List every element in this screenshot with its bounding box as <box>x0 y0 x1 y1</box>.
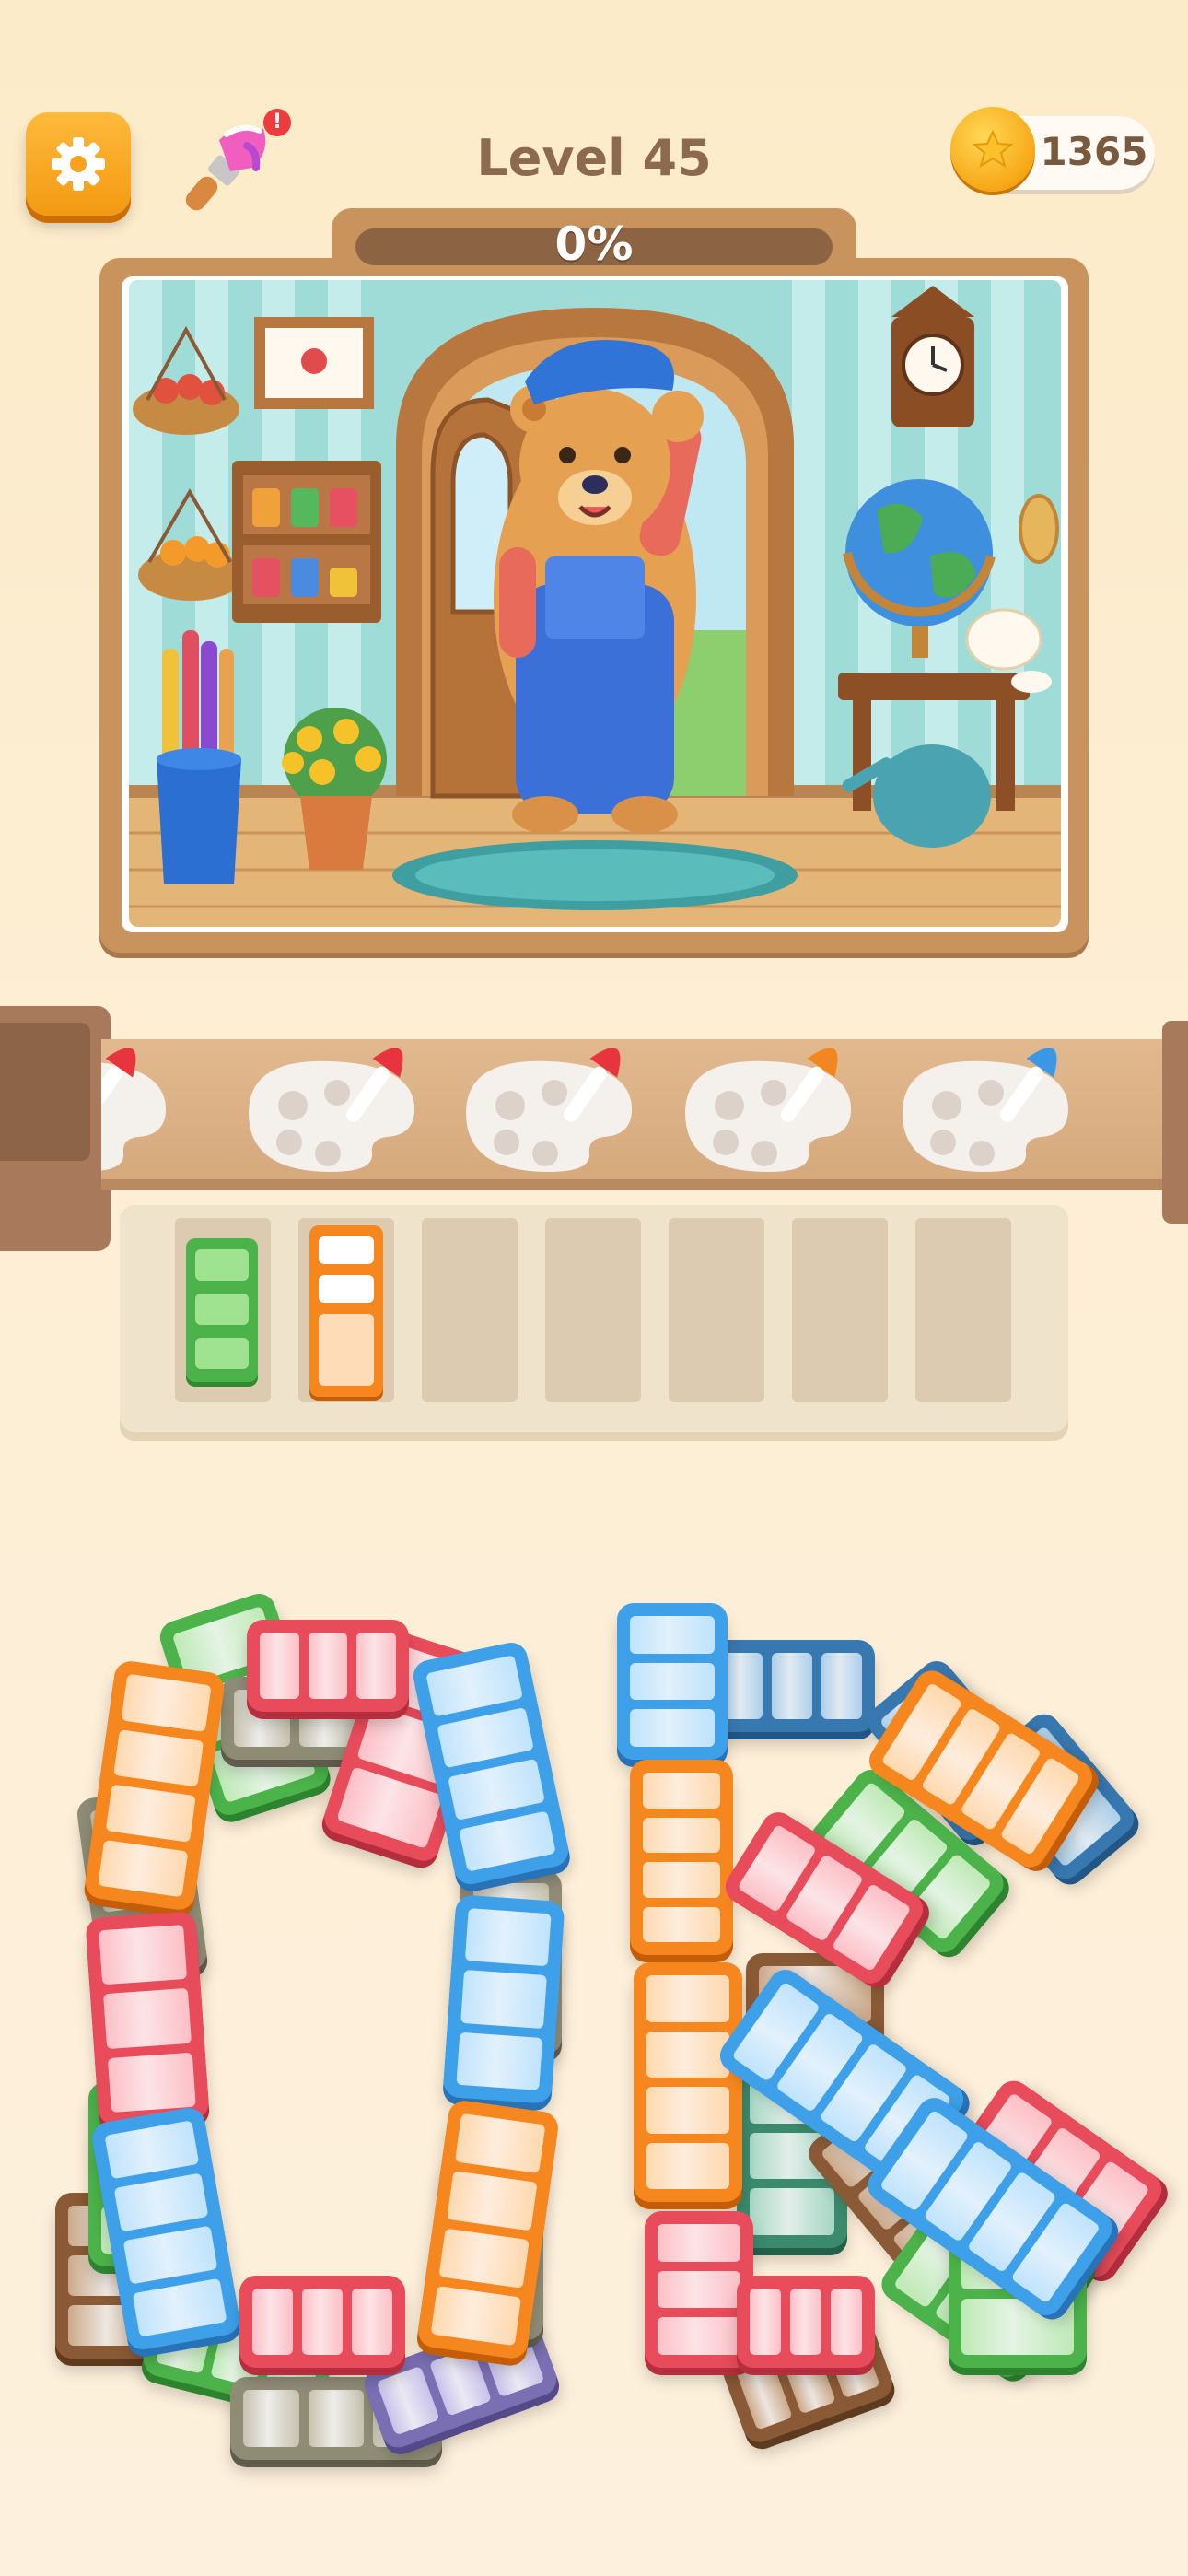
paint-tube <box>630 1709 715 1747</box>
paint-tube <box>121 1673 212 1732</box>
paint-tube <box>447 2171 538 2231</box>
slot-paint-green <box>186 1238 258 1382</box>
paint-tube <box>438 2228 530 2289</box>
paint-brush-button[interactable]: ! <box>175 103 295 223</box>
paint-tube <box>658 2317 740 2355</box>
paint-tube <box>132 2277 227 2337</box>
red-paint-block[interactable] <box>239 2276 405 2368</box>
paint-tube <box>252 2289 293 2355</box>
settings-button[interactable] <box>26 112 131 216</box>
conveyor-palettes <box>101 1048 1068 1172</box>
coin-value: 1365 <box>1040 129 1148 174</box>
palette <box>249 1060 414 1172</box>
paint-tube <box>658 2270 740 2309</box>
paint-tube <box>790 2289 821 2355</box>
blue-paint-block[interactable] <box>617 1603 728 1760</box>
paint-tube <box>459 1809 556 1872</box>
paint-tube <box>630 1616 715 1654</box>
paint-tube <box>352 2289 392 2355</box>
paint-tube <box>460 1970 547 2029</box>
paint-tube <box>122 2225 218 2285</box>
paint-tube <box>646 1975 729 2022</box>
paint-tube <box>821 1653 862 1719</box>
progress-text: 0% <box>554 217 634 271</box>
paint-tube <box>831 2289 862 2355</box>
red-paint-block[interactable] <box>737 2276 875 2368</box>
orange-paint-block[interactable] <box>83 1658 227 1913</box>
slot[interactable] <box>422 1218 518 1402</box>
paint-tube <box>308 2390 365 2447</box>
paint-tube <box>646 2031 729 2078</box>
paint-tube <box>260 1633 299 1699</box>
palette <box>903 1060 1068 1172</box>
exclamation-badge-icon: ! <box>263 109 291 136</box>
paint-tube <box>243 2390 299 2447</box>
paint-tube <box>356 1633 396 1699</box>
paint-tube <box>630 1662 715 1701</box>
darkblue-paint-block[interactable] <box>709 1640 875 1732</box>
red-paint-block[interactable] <box>247 1620 409 1712</box>
paint-tube <box>104 2120 200 2180</box>
paint-tube <box>430 2285 522 2347</box>
slot[interactable] <box>669 1218 764 1402</box>
paint-tube <box>308 1633 348 1699</box>
paint-tube <box>448 1758 545 1821</box>
paint-tube <box>643 1862 720 1898</box>
puzzle-picture <box>129 280 1061 927</box>
paint-tube <box>464 1908 552 1967</box>
red-paint-block[interactable] <box>85 1911 210 2126</box>
paint-tube <box>646 2142 729 2189</box>
paint-tube <box>425 1655 523 1717</box>
palette <box>685 1060 851 1172</box>
paint-tube <box>772 1653 812 1719</box>
paint-tube <box>454 2113 546 2174</box>
paint-tube <box>105 1784 196 1843</box>
paint-tube <box>113 2172 209 2232</box>
level-title: Level 45 <box>476 129 712 187</box>
paint-tube <box>103 1988 192 2049</box>
paint-tube <box>456 2032 543 2090</box>
paint-tube <box>643 1817 720 1853</box>
paint-tube <box>722 1653 763 1719</box>
orange-paint-block[interactable] <box>630 1760 733 1955</box>
paint-tube <box>99 1925 188 1985</box>
paint-tube <box>750 2188 834 2235</box>
palette <box>466 1060 632 1172</box>
paint-tube <box>643 1906 720 1942</box>
slot-paint-orange <box>309 1225 383 1397</box>
paint-tube <box>113 1728 204 1787</box>
gear-icon <box>52 137 105 191</box>
paint-tube <box>428 2347 493 2417</box>
slot[interactable] <box>545 1218 641 1402</box>
paint-tube <box>750 2289 781 2355</box>
paint-tube <box>437 1706 534 1769</box>
paint-tube <box>302 2289 343 2355</box>
paint-tube <box>98 1839 189 1898</box>
coin-icon <box>950 107 1035 192</box>
paint-tube <box>646 2087 729 2134</box>
slot[interactable] <box>915 1218 1011 1402</box>
paint-tube <box>107 2052 196 2113</box>
block-pile <box>0 1566 1188 2488</box>
blue-paint-block[interactable] <box>442 1894 565 2104</box>
paint-tube <box>658 2224 740 2262</box>
orange-paint-block[interactable] <box>634 1962 742 2202</box>
slot[interactable] <box>792 1218 888 1402</box>
paint-tube <box>376 2365 440 2436</box>
conveyor-left-panel <box>0 1023 90 1161</box>
paint-tube <box>643 1773 720 1809</box>
